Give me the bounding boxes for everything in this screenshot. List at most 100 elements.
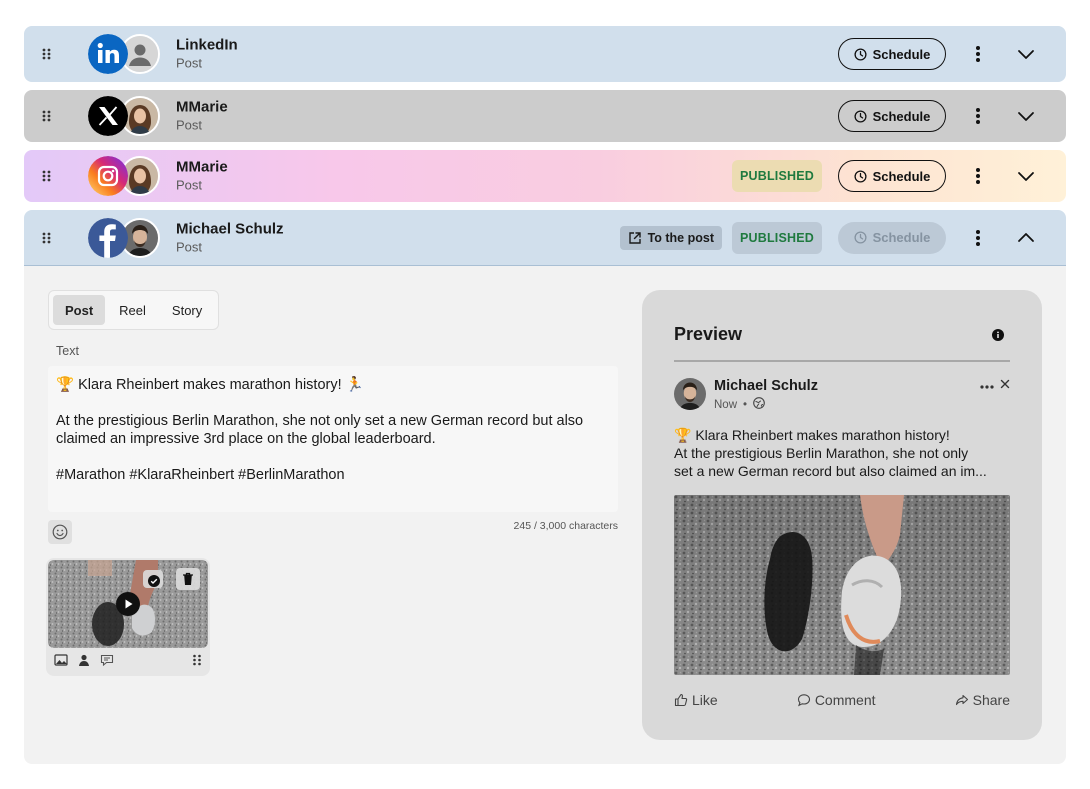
account-name: LinkedIn (176, 36, 238, 54)
clock-icon (854, 47, 867, 61)
account-avatars (88, 217, 162, 258)
author-avatar (674, 378, 706, 410)
chevron-down-icon[interactable] (1016, 166, 1036, 186)
thumbs-up-icon (674, 693, 688, 707)
post-type-tabs: Post Reel Story (48, 290, 219, 330)
smiley-icon (52, 524, 68, 540)
close-icon[interactable] (1000, 378, 1010, 392)
share-icon (955, 694, 968, 706)
schedule-label: Schedule (872, 108, 931, 124)
like-button[interactable]: Like (674, 692, 718, 708)
post-text-line: 🏆 Klara Rheinbert makes marathon history… (56, 377, 364, 393)
schedule-button[interactable]: Schedule (838, 160, 946, 192)
tag-person-icon[interactable] (78, 653, 90, 671)
clock-icon (854, 109, 867, 123)
more-horizontal-icon[interactable] (980, 378, 994, 392)
comment-icon (797, 694, 810, 707)
schedule-button[interactable]: Schedule (838, 38, 946, 70)
to-the-post-button[interactable]: To the post (619, 225, 722, 250)
facebook-icon (88, 217, 128, 258)
account-info: LinkedIn Post (176, 37, 238, 72)
info-icon[interactable] (992, 328, 1004, 341)
post-text-line: At the prestigious Berlin Marathon, she … (56, 413, 584, 447)
drag-handle-icon[interactable] (192, 653, 202, 671)
play-icon[interactable] (116, 592, 140, 621)
tab-post[interactable]: Post (53, 295, 106, 325)
post-text-line: #Marathon #KlaraRheinbert #BerlinMaratho… (56, 467, 345, 483)
author-name: Michael Schulz (714, 378, 818, 394)
account-post-type: Post (176, 239, 203, 254)
media-toolbar (46, 650, 210, 674)
account-avatars (88, 34, 162, 74)
account-info: MMarie Post (176, 159, 228, 194)
tab-reel[interactable]: Reel (107, 295, 158, 325)
image-icon[interactable] (54, 653, 68, 671)
instagram-icon (88, 156, 128, 196)
schedule-button[interactable]: Schedule (838, 221, 946, 254)
schedule-button[interactable]: Schedule (838, 100, 946, 132)
post-actions (980, 378, 1010, 392)
published-badge: PUBLISHED (731, 221, 822, 254)
chevron-up-icon[interactable] (1016, 228, 1036, 248)
more-options-icon[interactable] (970, 167, 986, 185)
account-name: Michael Schulz (176, 220, 284, 237)
selected-check-icon[interactable] (148, 574, 160, 592)
post-editor-panel: Post Reel Story Text 🏆 Klara Rheinbert m… (24, 266, 1066, 764)
to-the-post-label: To the post (647, 230, 714, 245)
drag-handle-icon[interactable] (40, 109, 54, 123)
drag-handle-icon[interactable] (40, 47, 54, 61)
x-icon (88, 96, 128, 136)
preview-reactions: Like Comment Share (674, 692, 1010, 708)
chevron-down-icon[interactable] (1016, 106, 1036, 126)
tab-story[interactable]: Story (160, 295, 214, 325)
clock-icon (854, 169, 867, 183)
emoji-picker-button[interactable] (48, 520, 72, 544)
preview-title: Preview (674, 324, 743, 344)
account-post-type: Post (176, 117, 203, 133)
account-row-x[interactable]: MMarie Post Schedule (24, 90, 1066, 142)
account-post-type: Post (176, 177, 203, 193)
preview-text-line: set a new German record but also claimed… (674, 463, 987, 479)
caption-icon[interactable] (100, 653, 114, 671)
like-label: Like (692, 692, 718, 708)
preview-panel: Preview Michael Schulz Now • 🏆 Klara Rhe… (642, 290, 1042, 740)
account-row-facebook[interactable]: Michael Schulz Post To the post PUBLISHE… (24, 210, 1066, 266)
post-meta: Now • (714, 397, 765, 412)
globe-icon (753, 397, 765, 412)
more-options-icon[interactable] (970, 45, 986, 63)
meta-separator: • (743, 398, 748, 411)
media-attachment-card[interactable] (46, 558, 210, 676)
video-thumbnail[interactable] (48, 560, 208, 648)
preview-image (674, 495, 1010, 675)
account-info: MMarie Post (176, 99, 228, 134)
account-row-instagram[interactable]: MMarie Post PUBLISHED Schedule (24, 150, 1066, 202)
account-name: MMarie (176, 98, 228, 116)
share-label: Share (972, 692, 1010, 708)
account-avatars (88, 96, 162, 136)
post-text-editor[interactable]: 🏆 Klara Rheinbert makes marathon history… (48, 366, 618, 512)
delete-icon[interactable] (182, 572, 194, 591)
drag-handle-icon[interactable] (40, 169, 54, 183)
preview-divider (674, 360, 1010, 362)
account-row-linkedin[interactable]: LinkedIn Post Schedule (24, 26, 1066, 82)
text-field-label: Text (56, 344, 79, 358)
drag-handle-icon[interactable] (40, 231, 54, 245)
post-time: Now (714, 398, 738, 411)
schedule-label: Schedule (872, 46, 931, 62)
external-link-icon (628, 231, 641, 244)
more-options-icon[interactable] (970, 107, 986, 125)
schedule-label: Schedule (872, 168, 931, 184)
account-name: MMarie (176, 158, 228, 176)
comment-button[interactable]: Comment (797, 692, 876, 708)
preview-text-line: 🏆 Klara Rheinbert makes marathon history… (674, 427, 950, 443)
account-avatars (88, 156, 162, 196)
preview-text-line: At the prestigious Berlin Marathon, she … (674, 445, 969, 461)
share-button[interactable]: Share (955, 692, 1010, 708)
more-options-icon[interactable] (970, 229, 986, 247)
character-count: 245 / 3,000 characters (513, 520, 618, 532)
account-info: Michael Schulz Post (176, 220, 284, 255)
published-badge: PUBLISHED (731, 160, 822, 192)
clock-icon (854, 231, 867, 244)
preview-post-text: 🏆 Klara Rheinbert makes marathon history… (674, 426, 1014, 480)
chevron-down-icon[interactable] (1016, 44, 1036, 64)
